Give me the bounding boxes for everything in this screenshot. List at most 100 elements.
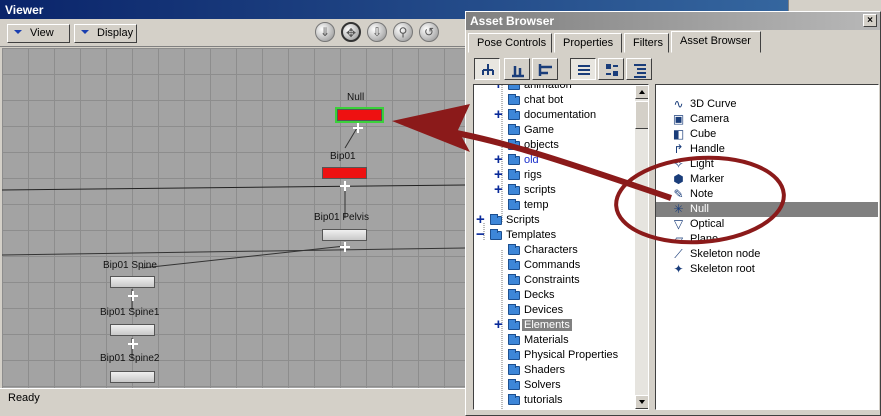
asset-item[interactable]: ▣ Camera [656,112,878,127]
tree-item-label: temp [524,199,549,211]
view-menu-label: View [30,27,54,39]
folder-icon [508,199,520,210]
asset-item-label: Handle [690,143,725,155]
expand-icon[interactable]: + [494,85,506,93]
asset-item[interactable]: ✧ Light [656,157,878,172]
details-icon [634,64,646,78]
orbit-icon[interactable]: ⇓ [315,22,335,42]
dolly-icon[interactable]: ⇩ [367,22,387,42]
asset-item[interactable]: ✦ Skeleton root [656,262,878,277]
tree-scrollbar[interactable] [635,85,648,409]
skeleton-node-icon: ⟋ [674,247,683,261]
tree-item-label: documentation [524,109,597,121]
viewport[interactable]: Null Bip01 Bip01 Pelvis Bip01 Spine Bip0… [2,48,465,388]
asset-item-label: Optical [690,218,725,230]
tree-item-label: Commands [524,259,581,271]
folder-icon [508,334,520,345]
tree-item-label: old [524,154,539,166]
background-window-edge [788,0,881,11]
asset-item[interactable]: ▱ Plane [656,232,878,247]
asset-item[interactable]: ⟋ Skeleton node [656,247,878,262]
tree-item-label: Elements [522,319,572,331]
tree-item-label: Solvers [524,379,561,391]
tree-item-label: objects [524,139,559,151]
node-bip01-spine1[interactable] [110,324,155,336]
node-bip01[interactable] [322,167,367,179]
scroll-thumb[interactable] [635,101,648,129]
bottom-align-button[interactable] [504,58,530,80]
joint-icon [353,123,363,133]
node-label-bip01: Bip01 [330,151,356,162]
node-bip01-pelvis[interactable] [322,229,367,241]
skeleton-root-icon: ✦ [673,262,684,276]
hierarchy-lines [2,127,465,359]
asset-list[interactable]: ∿ 3D Curve ▣ Camera ◧ Cube ↱ Handle ✧ Light ⬢ Marke… [655,84,879,410]
icon-view-button[interactable] [598,58,624,80]
asset-item[interactable]: ◧ Cube [656,127,878,142]
asset-item-label: Null [690,203,709,215]
joint-icon [128,291,138,301]
scroll-down-icon[interactable] [635,395,648,409]
icons-view-icon [606,64,618,76]
folder-icon [508,259,520,270]
tree-item-label: Game [524,124,554,136]
folder-icon [508,364,520,375]
asset-browser-window: Asset Browser × Pose Controls Properties… [465,11,881,416]
asset-item[interactable]: ▽ Optical [656,217,878,232]
expand-icon[interactable]: + [494,107,506,123]
reset-view-icon[interactable]: ↺ [419,22,439,42]
tab-filters[interactable]: Filters [624,33,669,53]
display-menu-label: Display [97,27,134,39]
expand-icon[interactable]: + [494,182,506,198]
left-align-button[interactable] [532,58,558,80]
node-bip01-spine2[interactable] [110,371,155,383]
folder-icon [508,124,520,135]
asset-item-label: Cube [690,128,717,140]
expand-icon[interactable]: + [494,317,506,333]
tree-item-label: scripts [524,184,556,196]
tree-view-button[interactable] [474,58,500,80]
asset-item[interactable]: ↱ Handle [656,142,878,157]
node-label-bip01-pelvis: Bip01 Pelvis [314,212,370,223]
tab-pose-controls[interactable]: Pose Controls [468,33,552,53]
folder-icon [508,94,520,105]
curve-icon: ∿ [673,97,684,111]
close-icon[interactable]: × [863,14,877,27]
zoom-icon[interactable]: ⚲ [393,22,413,42]
list-view-button[interactable] [570,58,596,80]
tree-item-label: Decks [524,289,555,301]
node-bip01-spine[interactable] [110,276,155,288]
folder-icon [508,379,520,390]
scroll-up-icon[interactable] [635,85,648,99]
asset-item[interactable]: ✎ Note [656,187,878,202]
asset-item[interactable]: ✳ Null [656,202,878,217]
tree-item-label: Constraints [524,274,580,286]
list-icon [578,65,590,75]
asset-item[interactable]: ∿ 3D Curve [656,97,878,112]
plane-icon: ▱ [673,232,684,246]
detail-view-button[interactable] [626,58,652,80]
node-label-bip01-spine: Bip01 Spine [103,260,157,271]
tab-asset-browser[interactable]: Asset Browser [671,31,761,53]
view-menu-button[interactable]: View [7,24,70,43]
dropdown-arrow-icon [14,30,22,34]
camera-icon: ▣ [672,112,685,126]
tree-item-label: Scripts [506,214,540,226]
status-bar: Ready [0,388,465,408]
folder-icon [508,394,520,405]
folder-icon [508,349,520,360]
tree-item-label: Templates [506,229,557,241]
collapse-icon[interactable]: − [476,227,488,243]
joint-icon [128,339,138,349]
marker-icon: ⬢ [673,172,684,186]
pan-icon[interactable]: ✥ [341,22,361,42]
folder-icon [508,139,520,150]
asset-item-label: Skeleton root [690,263,755,275]
folder-tree[interactable]: + animation chat bot + documentation Game obje… [473,84,649,410]
display-menu-button[interactable]: Display [74,24,137,43]
node-null[interactable] [335,107,384,123]
asset-item[interactable]: ⬢ Marker [656,172,878,187]
tab-properties[interactable]: Properties [554,33,622,53]
tree-item-label: tutorials [524,394,563,406]
hierarchy-icon [482,64,494,75]
